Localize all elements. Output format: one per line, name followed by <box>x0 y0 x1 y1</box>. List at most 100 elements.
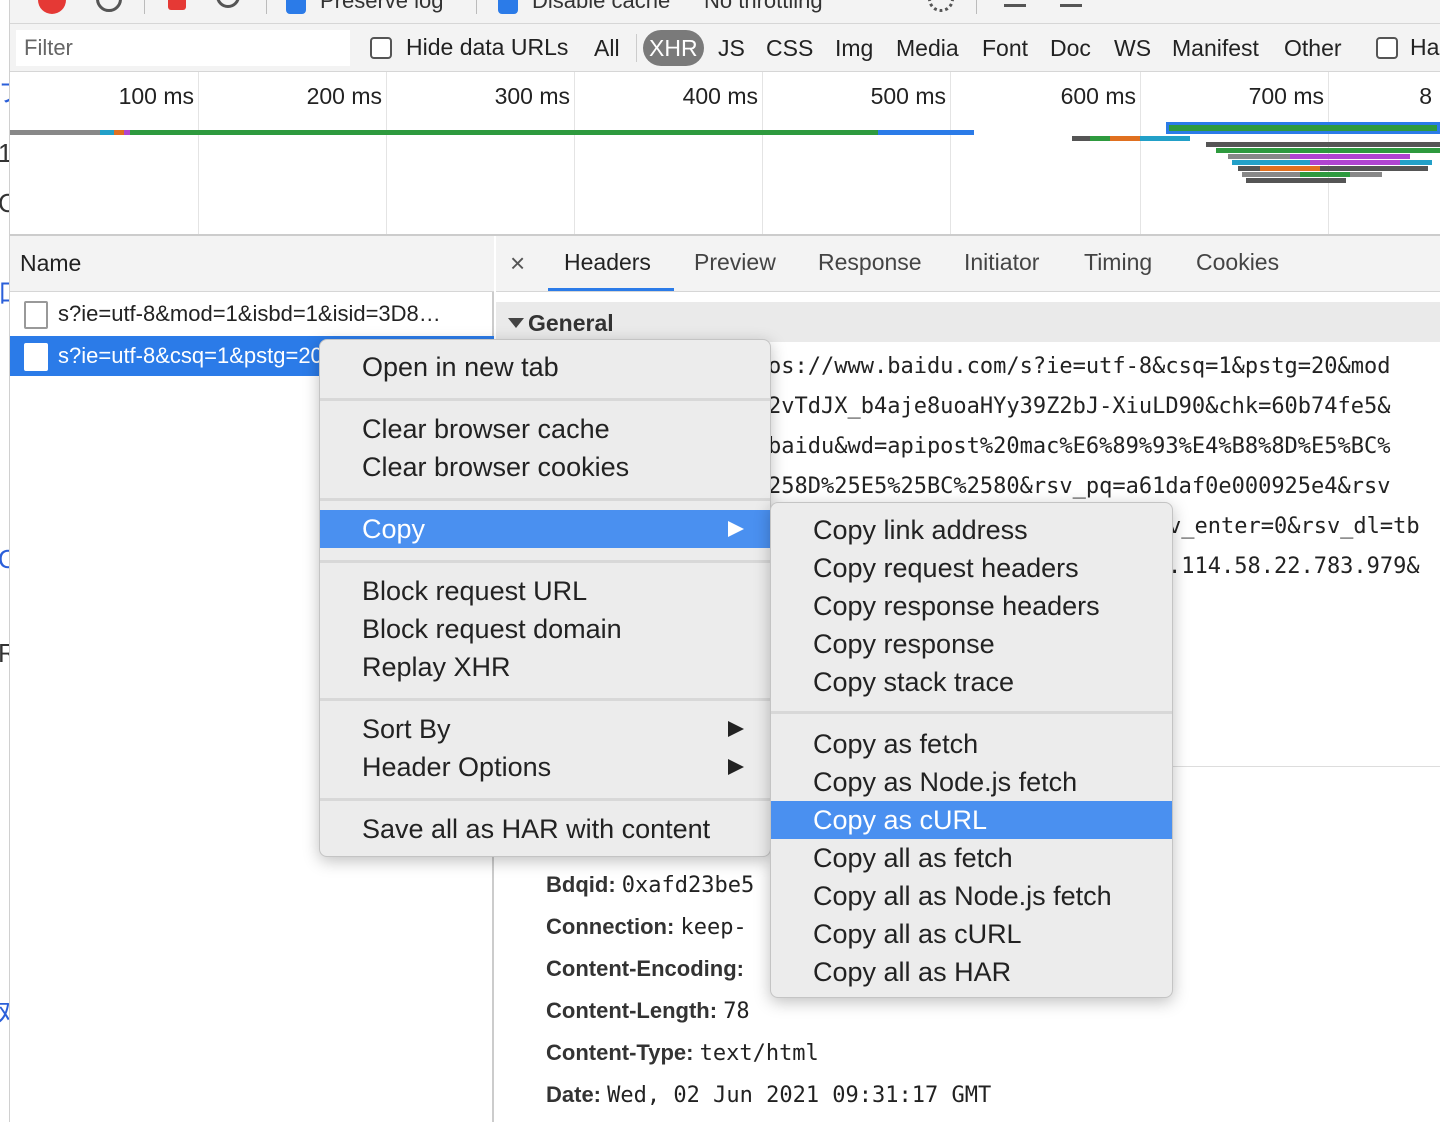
active-tab-indicator <box>548 288 674 291</box>
toolbar-divider <box>476 0 477 14</box>
timeline-bar <box>1260 166 1320 171</box>
network-toolbar: Preserve log Disable cache No throttling <box>10 0 1440 24</box>
menu-item-label: Copy <box>362 514 426 544</box>
general-line: .114.58.22.783.979& <box>1168 554 1420 579</box>
filter-bar: Hide data URLs All XHR JS CSS Img Media … <box>10 24 1440 72</box>
export-har-icon[interactable] <box>1060 4 1082 7</box>
header-value: text/html <box>699 1041 819 1066</box>
throttling-select[interactable]: No throttling <box>704 0 823 14</box>
preserve-log-checkbox[interactable] <box>286 0 306 14</box>
menu-item-copy-response-headers[interactable]: Copy response headers <box>771 587 1172 625</box>
menu-separator <box>771 711 1172 714</box>
menu-item-copy-request-headers[interactable]: Copy request headers <box>771 549 1172 587</box>
menu-separator <box>320 498 770 501</box>
menu-item-copy-response[interactable]: Copy response <box>771 625 1172 663</box>
request-row[interactable]: s?ie=utf-8&mod=1&isbd=1&isid=3D8… <box>10 294 494 334</box>
document-icon <box>24 343 48 371</box>
menu-item-copy-all-as-fetch[interactable]: Copy all as fetch <box>771 839 1172 877</box>
filter-type-xhr[interactable]: XHR <box>643 30 704 66</box>
menu-item-label: Copy all as Node.js fetch <box>813 881 1112 911</box>
filter-type-js[interactable]: JS <box>712 30 751 66</box>
has-blocked-cookies-checkbox[interactable] <box>1376 37 1398 59</box>
tab-timing[interactable]: Timing <box>1084 249 1152 276</box>
menu-item-clear-cache[interactable]: Clear browser cache <box>320 410 770 448</box>
filter-type-font[interactable]: Font <box>976 30 1034 66</box>
general-line: 258D%25E5%25BC%2580&rsv_pq=a61daf0e00092… <box>768 474 1391 499</box>
filter-type-all[interactable]: All <box>588 30 626 66</box>
network-overview-timeline[interactable]: 100 ms 200 ms 300 ms 400 ms 500 ms 600 m… <box>10 72 1440 236</box>
filter-type-other[interactable]: Other <box>1278 30 1348 66</box>
menu-item-label: Block request URL <box>362 576 588 606</box>
tab-response[interactable]: Response <box>818 249 922 276</box>
toolbar-divider <box>266 0 267 14</box>
response-header-row: Date: Wed, 02 Jun 2021 09:31:17 GMT <box>546 1082 991 1108</box>
menu-item-sort-by[interactable]: Sort By <box>320 710 770 748</box>
timeline-bar <box>878 130 974 135</box>
menu-item-copy-as-curl[interactable]: Copy as cURL <box>771 801 1172 839</box>
filter-type-media[interactable]: Media <box>890 30 965 66</box>
menu-item-clear-cookies[interactable]: Clear browser cookies <box>320 448 770 486</box>
filter-divider <box>636 34 637 62</box>
name-column-header[interactable]: Name <box>10 236 494 292</box>
menu-item-label: Open in new tab <box>362 352 559 382</box>
menu-item-copy-as-node-fetch[interactable]: Copy as Node.js fetch <box>771 763 1172 801</box>
search-icon[interactable] <box>216 0 240 8</box>
filter-input[interactable] <box>16 30 350 66</box>
response-header-row: Content-Type: text/html <box>546 1040 819 1066</box>
timeline-bar <box>1300 172 1350 177</box>
menu-item-label: Copy request headers <box>813 553 1079 583</box>
menu-item-block-url[interactable]: Block request URL <box>320 572 770 610</box>
menu-item-header-options[interactable]: Header Options <box>320 748 770 786</box>
background-page-strip: フ 1 C 口 O R 戏 <box>0 0 10 1122</box>
menu-item-label: Copy all as HAR <box>813 957 1012 987</box>
request-name: s?ie=utf-8&mod=1&isbd=1&isid=3D8… <box>58 301 441 326</box>
network-conditions-icon[interactable] <box>928 0 954 12</box>
menu-item-copy-all-as-har[interactable]: Copy all as HAR <box>771 953 1172 991</box>
menu-item-copy-link[interactable]: Copy link address <box>771 511 1172 549</box>
header-value: Wed, 02 Jun 2021 09:31:17 GMT <box>607 1083 992 1108</box>
menu-item-block-domain[interactable]: Block request domain <box>320 610 770 648</box>
menu-item-save-har[interactable]: Save all as HAR with content <box>320 810 770 848</box>
menu-item-label: Copy as cURL <box>813 805 988 835</box>
menu-item-replay-xhr[interactable]: Replay XHR <box>320 648 770 686</box>
response-header-row: Bdqid: 0xafd23be5 <box>546 872 754 898</box>
tab-preview[interactable]: Preview <box>694 249 776 276</box>
tab-headers[interactable]: Headers <box>564 249 651 276</box>
has-blocked-cookies-label: Ha <box>1410 34 1440 60</box>
menu-item-label: Copy as Node.js fetch <box>813 767 1078 797</box>
menu-item-copy-all-as-node-fetch[interactable]: Copy all as Node.js fetch <box>771 877 1172 915</box>
header-value: 0xafd23be5 <box>621 873 755 898</box>
menu-item-copy-all-as-curl[interactable]: Copy all as cURL <box>771 915 1172 953</box>
toolbar-divider <box>976 0 977 14</box>
record-button[interactable] <box>38 0 66 14</box>
filter-type-img[interactable]: Img <box>829 30 879 66</box>
menu-item-copy[interactable]: Copy <box>320 510 770 548</box>
disable-cache-checkbox[interactable] <box>498 0 518 14</box>
tick-line <box>198 72 199 234</box>
filter-type-doc[interactable]: Doc <box>1044 30 1097 66</box>
clear-icon[interactable] <box>96 0 122 12</box>
filter-type-ws[interactable]: WS <box>1108 30 1157 66</box>
menu-item-copy-stack-trace[interactable]: Copy stack trace <box>771 663 1172 701</box>
timeline-bar <box>100 130 114 135</box>
tab-cookies[interactable]: Cookies <box>1196 249 1279 276</box>
general-line: 2vTdJX_b4aje8uoaHYy39Z2bJ-XiuLD90&chk=60… <box>768 394 1391 419</box>
general-line: v_enter=0&rsv_dl=tb <box>1168 514 1420 539</box>
tick-label: 700 ms <box>1248 83 1324 109</box>
menu-item-open-new-tab[interactable]: Open in new tab <box>320 348 770 386</box>
menu-item-label: Copy stack trace <box>813 667 1015 697</box>
header-value: keep- <box>680 915 747 940</box>
timeline-bar <box>1310 160 1400 165</box>
hide-data-urls-checkbox[interactable] <box>370 37 392 59</box>
tab-initiator[interactable]: Initiator <box>964 249 1039 276</box>
disable-cache-label: Disable cache <box>532 0 671 13</box>
menu-separator <box>320 398 770 401</box>
menu-item-copy-as-fetch[interactable]: Copy as fetch <box>771 725 1172 763</box>
filter-type-css[interactable]: CSS <box>760 30 819 66</box>
close-details-icon[interactable]: × <box>510 248 525 279</box>
general-section-header[interactable]: General <box>496 302 1440 342</box>
hide-data-urls-label: Hide data URLs <box>406 34 569 60</box>
filter-type-manifest[interactable]: Manifest <box>1166 30 1265 66</box>
import-har-icon[interactable] <box>1004 4 1026 7</box>
filter-icon[interactable] <box>168 0 186 10</box>
